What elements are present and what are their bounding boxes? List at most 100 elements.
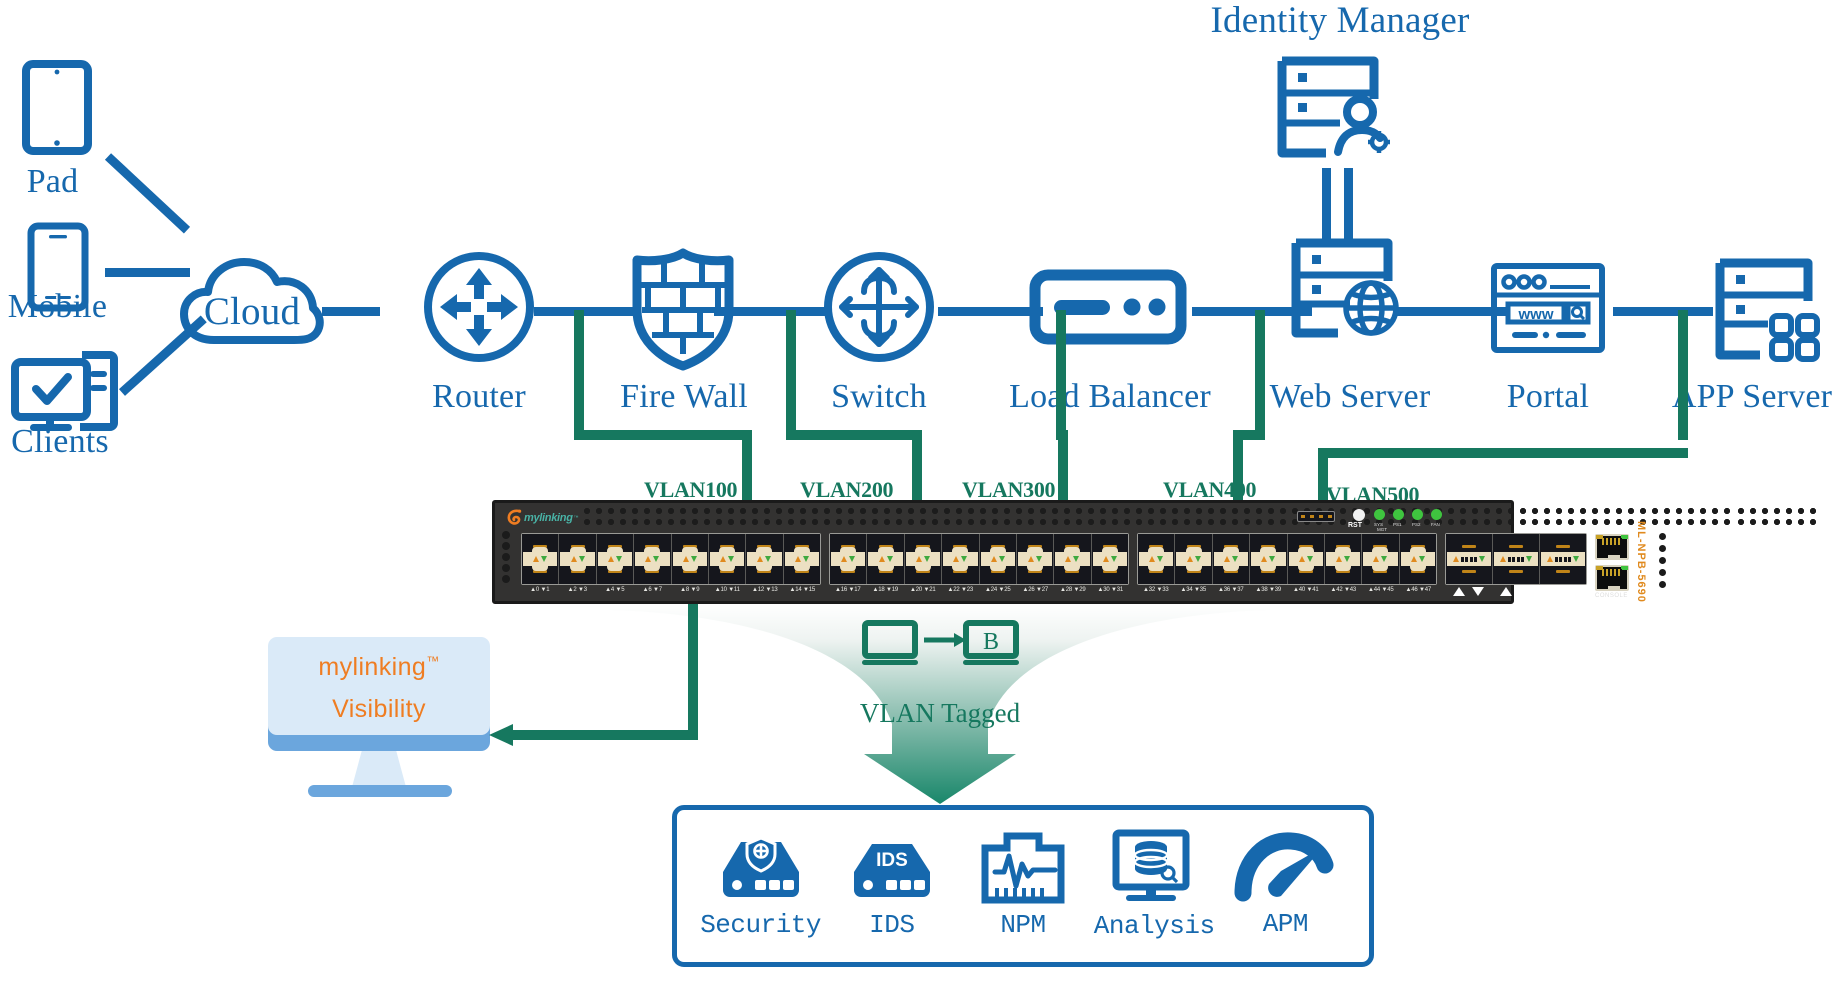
link-identity-webserver-a [1322, 168, 1331, 240]
port-number-pair: ▲22 ▼23 [947, 587, 974, 593]
mirror-line-to-monitor [505, 730, 695, 740]
sfp-port-cage[interactable] [671, 534, 709, 584]
led-ps2 [1431, 509, 1442, 520]
sfp-port-cage[interactable] [1175, 534, 1213, 584]
sfp-port-cage[interactable] [904, 534, 943, 584]
tool-security[interactable]: Security [700, 832, 822, 940]
vlan-tag-letter: B [983, 629, 999, 655]
port-number-pair: ▲36 ▼37 [1218, 587, 1244, 593]
server-globe-icon [1288, 238, 1406, 338]
uplink-port-bank[interactable] [1445, 533, 1587, 585]
sfp-port-cage[interactable] [1324, 534, 1363, 584]
console-port-top[interactable] [1595, 534, 1629, 560]
tap-line-vlan500-jog [1318, 448, 1688, 458]
led-label-mgt: MGT [1377, 527, 1387, 532]
led-sys [1374, 509, 1385, 520]
sfp-port-cage[interactable] [746, 534, 784, 584]
tap-line-vlan500-drop [1678, 310, 1688, 440]
tap-line-vlan100-enter [742, 430, 752, 505]
sfp-port-cage[interactable] [634, 534, 672, 584]
qsfp-uplink-cage[interactable] [1540, 534, 1586, 584]
node-label-app-server: APP Server [1671, 378, 1833, 415]
link-router-firewall [534, 307, 637, 316]
tool-analysis[interactable]: Analysis [1094, 829, 1215, 941]
led-ps1 [1412, 509, 1423, 520]
sfp-port-cage[interactable] [559, 534, 597, 584]
mgmt-port[interactable] [1297, 511, 1335, 522]
tap-line-vlan300-enter [1058, 430, 1068, 505]
port-bank-2[interactable] [829, 533, 1129, 585]
sfp-port-cage[interactable] [1091, 534, 1128, 584]
vlan-tagged-label: VLAN Tagged [859, 698, 1021, 728]
tool-ids[interactable]: IDS IDS [832, 832, 952, 940]
link-mobile-to-cloud [105, 268, 190, 277]
mylinking-brand-text: mylinking [524, 511, 573, 524]
monitor-foot [308, 785, 452, 797]
port-numbers-bank-2: ▲16 ▼17 ▲18 ▼19 ▲20 ▼21 ▲22 ▼23 ▲24 ▼25 ▲26 ▼… [829, 587, 1129, 593]
link-portal-appserver [1613, 307, 1713, 316]
qsfp-uplink-cage[interactable] [1446, 534, 1493, 584]
port-number-pair: ▲20 ▼21 [910, 587, 936, 593]
link-clients-to-cloud [118, 315, 207, 396]
port-bank-1[interactable] [521, 533, 821, 585]
sfp-port-cage[interactable] [1212, 534, 1251, 584]
network-packet-broker[interactable]: mylinking ™ RST SYS MGT PS1 PS2 FAN ▲0 ▼… [492, 500, 1817, 604]
port-number-pair: ▲12 ▼13 [752, 587, 778, 593]
apm-gauge-icon [1234, 832, 1334, 902]
sfp-port-cage[interactable] [867, 534, 905, 584]
sfp-port-cage[interactable] [596, 534, 635, 584]
node-label-load-balancer: Load Balancer [1009, 378, 1211, 415]
switch-arrows-icon [820, 248, 938, 366]
npm-waveform-icon [981, 832, 1065, 904]
sfp-port-cage[interactable] [1250, 534, 1288, 584]
port-number-pair: ▲40 ▼41 [1293, 587, 1319, 593]
ids-badge-text: IDS [876, 850, 908, 871]
mirror-arrow-head [489, 722, 515, 748]
tool-apm[interactable]: APM [1225, 832, 1345, 939]
sfp-port-cage[interactable] [979, 534, 1017, 584]
sfp-port-cage[interactable] [942, 534, 980, 584]
mylinking-tm: ™ [573, 514, 579, 521]
port-number-pair: ▲34 ▼35 [1180, 587, 1207, 593]
node-label-router: Router [432, 378, 526, 415]
tool-label-security: Security [700, 910, 822, 940]
tablet-icon [22, 60, 92, 155]
sfp-port-cage[interactable] [1287, 534, 1325, 584]
server-apps-icon [1712, 258, 1824, 362]
reset-button[interactable] [1353, 509, 1365, 521]
tool-label-apm: APM [1262, 909, 1309, 939]
link-cloud-router [322, 307, 380, 316]
sfp-port-cage[interactable] [1138, 534, 1176, 584]
sfp-port-cage[interactable] [1399, 534, 1436, 584]
port-numbers-bank-1: ▲0 ▼1 ▲2 ▼3 ▲4 ▼5 ▲6 ▼7 ▲8 ▼9 ▲10 ▼11 ▲12 ▼13 ▲… [521, 587, 821, 593]
sfp-port-cage[interactable] [1362, 534, 1400, 584]
browser-www-icon: www [1490, 262, 1606, 354]
port-number-pair: ▲32 ▼33 [1143, 587, 1169, 593]
tool-npm[interactable]: NPM [963, 832, 1083, 940]
ids-appliance-icon: IDS [853, 844, 930, 897]
sfp-port-cage[interactable] [522, 534, 560, 584]
uplink-indicators [1445, 587, 1587, 596]
console-port-bottom[interactable] [1595, 565, 1629, 591]
sfp-port-cage[interactable] [783, 534, 820, 584]
port-bank-3[interactable] [1137, 533, 1437, 585]
sfp-port-cage[interactable] [1054, 534, 1092, 584]
port-number-pair: ▲26 ▼27 [1022, 587, 1049, 593]
link-identity-webserver-b [1344, 168, 1353, 240]
sfp-port-cage[interactable] [830, 534, 868, 584]
qsfp-uplink-cage[interactable] [1493, 534, 1540, 584]
model-label: ML-NPB-5690 [1635, 521, 1647, 603]
server-user-gear-icon [1272, 55, 1394, 160]
led-label-fan: FAN [1431, 522, 1440, 527]
led-mgt [1393, 509, 1404, 520]
port-number-pair: ▲8 ▼9 [680, 587, 700, 593]
network-topology-diagram: Pad Mobile Clients Cloud Router Fire Wal… [0, 0, 1842, 983]
device-label-clients: Clients [11, 423, 109, 460]
chassis-left-dots [502, 531, 510, 583]
sfp-port-cage[interactable] [708, 534, 747, 584]
vent-holes [583, 507, 1733, 529]
shield-brick-icon [628, 248, 738, 371]
visibility-brand-line: mylinking™ [268, 653, 490, 682]
sfp-port-cage[interactable] [1016, 534, 1055, 584]
tool-label-npm: NPM [1000, 910, 1046, 940]
